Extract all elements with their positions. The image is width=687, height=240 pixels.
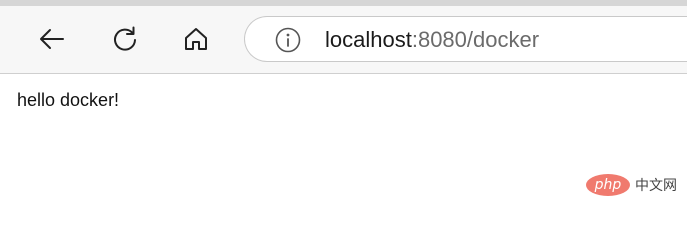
php-logo: php: [586, 174, 630, 196]
reload-button[interactable]: [107, 21, 143, 57]
page-content-text: hello docker!: [17, 90, 120, 110]
watermark-site-text: 中文网: [635, 177, 677, 193]
url-text[interactable]: localhost:8080/docker: [325, 27, 539, 53]
home-button[interactable]: [178, 21, 214, 57]
arrow-left-icon: [40, 29, 64, 49]
back-button[interactable]: [34, 21, 70, 57]
reload-icon: [114, 26, 136, 51]
url-host: localhost: [325, 27, 412, 52]
watermark: php 中文网: [586, 174, 677, 196]
url-path: :8080/docker: [411, 27, 540, 52]
address-bar[interactable]: localhost:8080/docker: [244, 16, 687, 62]
info-icon[interactable]: [275, 27, 301, 53]
browser-toolbar: localhost:8080/docker: [0, 6, 687, 74]
home-icon: [185, 28, 207, 50]
